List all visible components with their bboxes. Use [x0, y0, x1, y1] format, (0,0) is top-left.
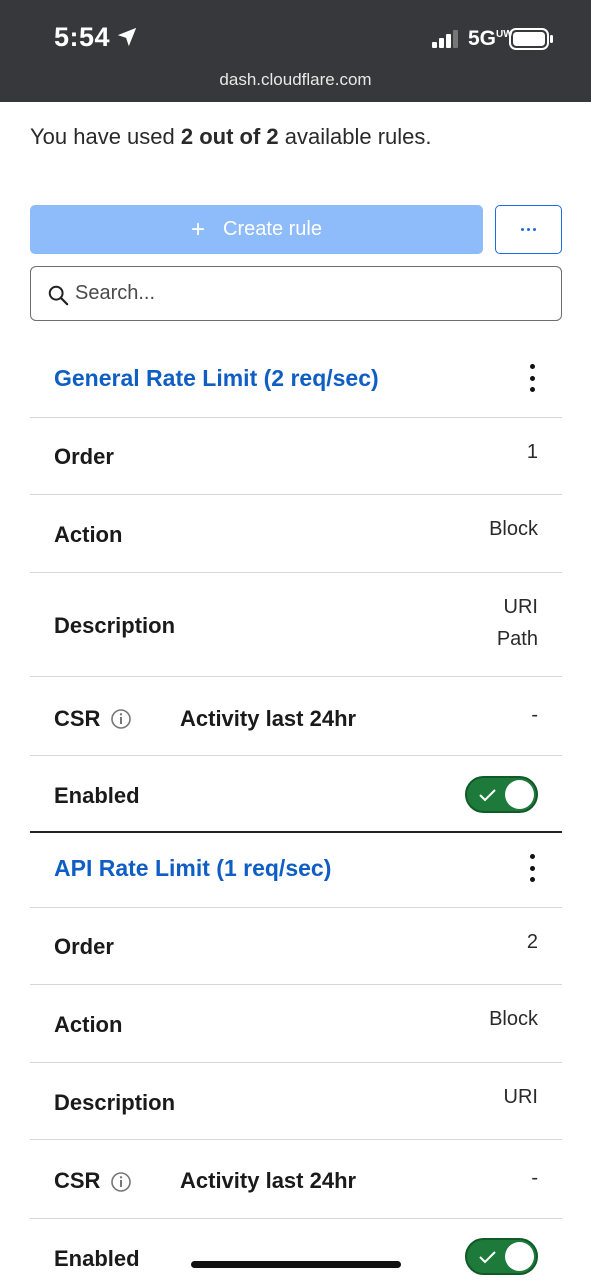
order-label: Order [54, 444, 114, 469]
info-icon[interactable] [110, 708, 132, 730]
more-options-button[interactable] [495, 205, 562, 254]
status-time: 5:54 [54, 22, 111, 52]
action-row: Action Block [30, 495, 562, 573]
description-label: Description [54, 1090, 176, 1115]
location-arrow-icon [117, 27, 137, 47]
search-box[interactable] [30, 266, 562, 321]
action-value: Block [489, 1008, 538, 1030]
create-rule-button[interactable]: + Create rule [30, 205, 483, 254]
plus-icon: + [191, 215, 206, 243]
home-indicator[interactable] [191, 1261, 401, 1268]
enabled-row: Enabled [30, 756, 562, 833]
activity-value: - [531, 1167, 538, 1189]
description-value: URI Path [496, 596, 538, 650]
status-bar: 5:54 5GUW dash.cloudflare.com [0, 0, 591, 102]
csr-row: CSR Activity last 24hr - [30, 1140, 562, 1219]
check-icon [479, 1251, 496, 1264]
rules-usage-count: 2 out of 2 [180, 124, 279, 149]
order-row: Order 1 [30, 418, 562, 495]
rule-header: API Rate Limit (1 req/sec) [30, 830, 562, 908]
order-value: 2 [526, 931, 538, 953]
rules-usage-text: You have used 2 out of 2 available rules… [30, 124, 432, 149]
activity-label: Activity last 24hr [180, 1168, 357, 1193]
rule-title-link[interactable]: General Rate Limit (2 req/sec) [54, 365, 379, 392]
action-value: Block [489, 518, 538, 540]
description-row: Description URI [30, 1063, 562, 1140]
enabled-toggle[interactable] [465, 1238, 538, 1275]
csr-row: CSR Activity last 24hr - [30, 677, 562, 756]
ellipsis-icon [521, 228, 524, 231]
url-bar[interactable]: dash.cloudflare.com [0, 70, 591, 90]
rule-header: General Rate Limit (2 req/sec) [30, 340, 562, 418]
description-value: URI [503, 1086, 538, 1108]
action-row: Action Block [30, 985, 562, 1063]
description-label: Description [54, 613, 176, 638]
description-row: Description URI Path [30, 573, 562, 677]
signal-bars-icon [432, 30, 458, 48]
order-row: Order 2 [30, 908, 562, 985]
action-label: Action [54, 1012, 123, 1037]
kebab-menu-icon[interactable] [526, 854, 538, 882]
info-icon[interactable] [110, 1171, 132, 1193]
check-icon [479, 789, 496, 802]
enabled-label: Enabled [54, 783, 140, 808]
rule-title-link[interactable]: API Rate Limit (1 req/sec) [54, 855, 331, 882]
enabled-toggle[interactable] [465, 776, 538, 813]
action-label: Action [54, 522, 123, 547]
csr-label: CSR [54, 1168, 101, 1193]
activity-label: Activity last 24hr [180, 706, 357, 731]
create-rule-label: Create rule [223, 218, 322, 240]
network-indicator: 5GUW [468, 27, 513, 50]
enabled-label: Enabled [54, 1246, 140, 1271]
kebab-menu-icon[interactable] [526, 364, 538, 392]
order-label: Order [54, 934, 114, 959]
activity-value: - [531, 704, 538, 726]
search-input[interactable] [75, 275, 545, 311]
rule-card: General Rate Limit (2 req/sec) Order 1 A… [30, 340, 562, 833]
order-value: 1 [526, 441, 538, 463]
battery-icon [509, 28, 553, 50]
enabled-row: Enabled [30, 1219, 562, 1280]
search-icon [48, 285, 69, 306]
csr-label: CSR [54, 706, 101, 731]
rule-card: API Rate Limit (1 req/sec) Order 2 Actio… [30, 830, 562, 1280]
